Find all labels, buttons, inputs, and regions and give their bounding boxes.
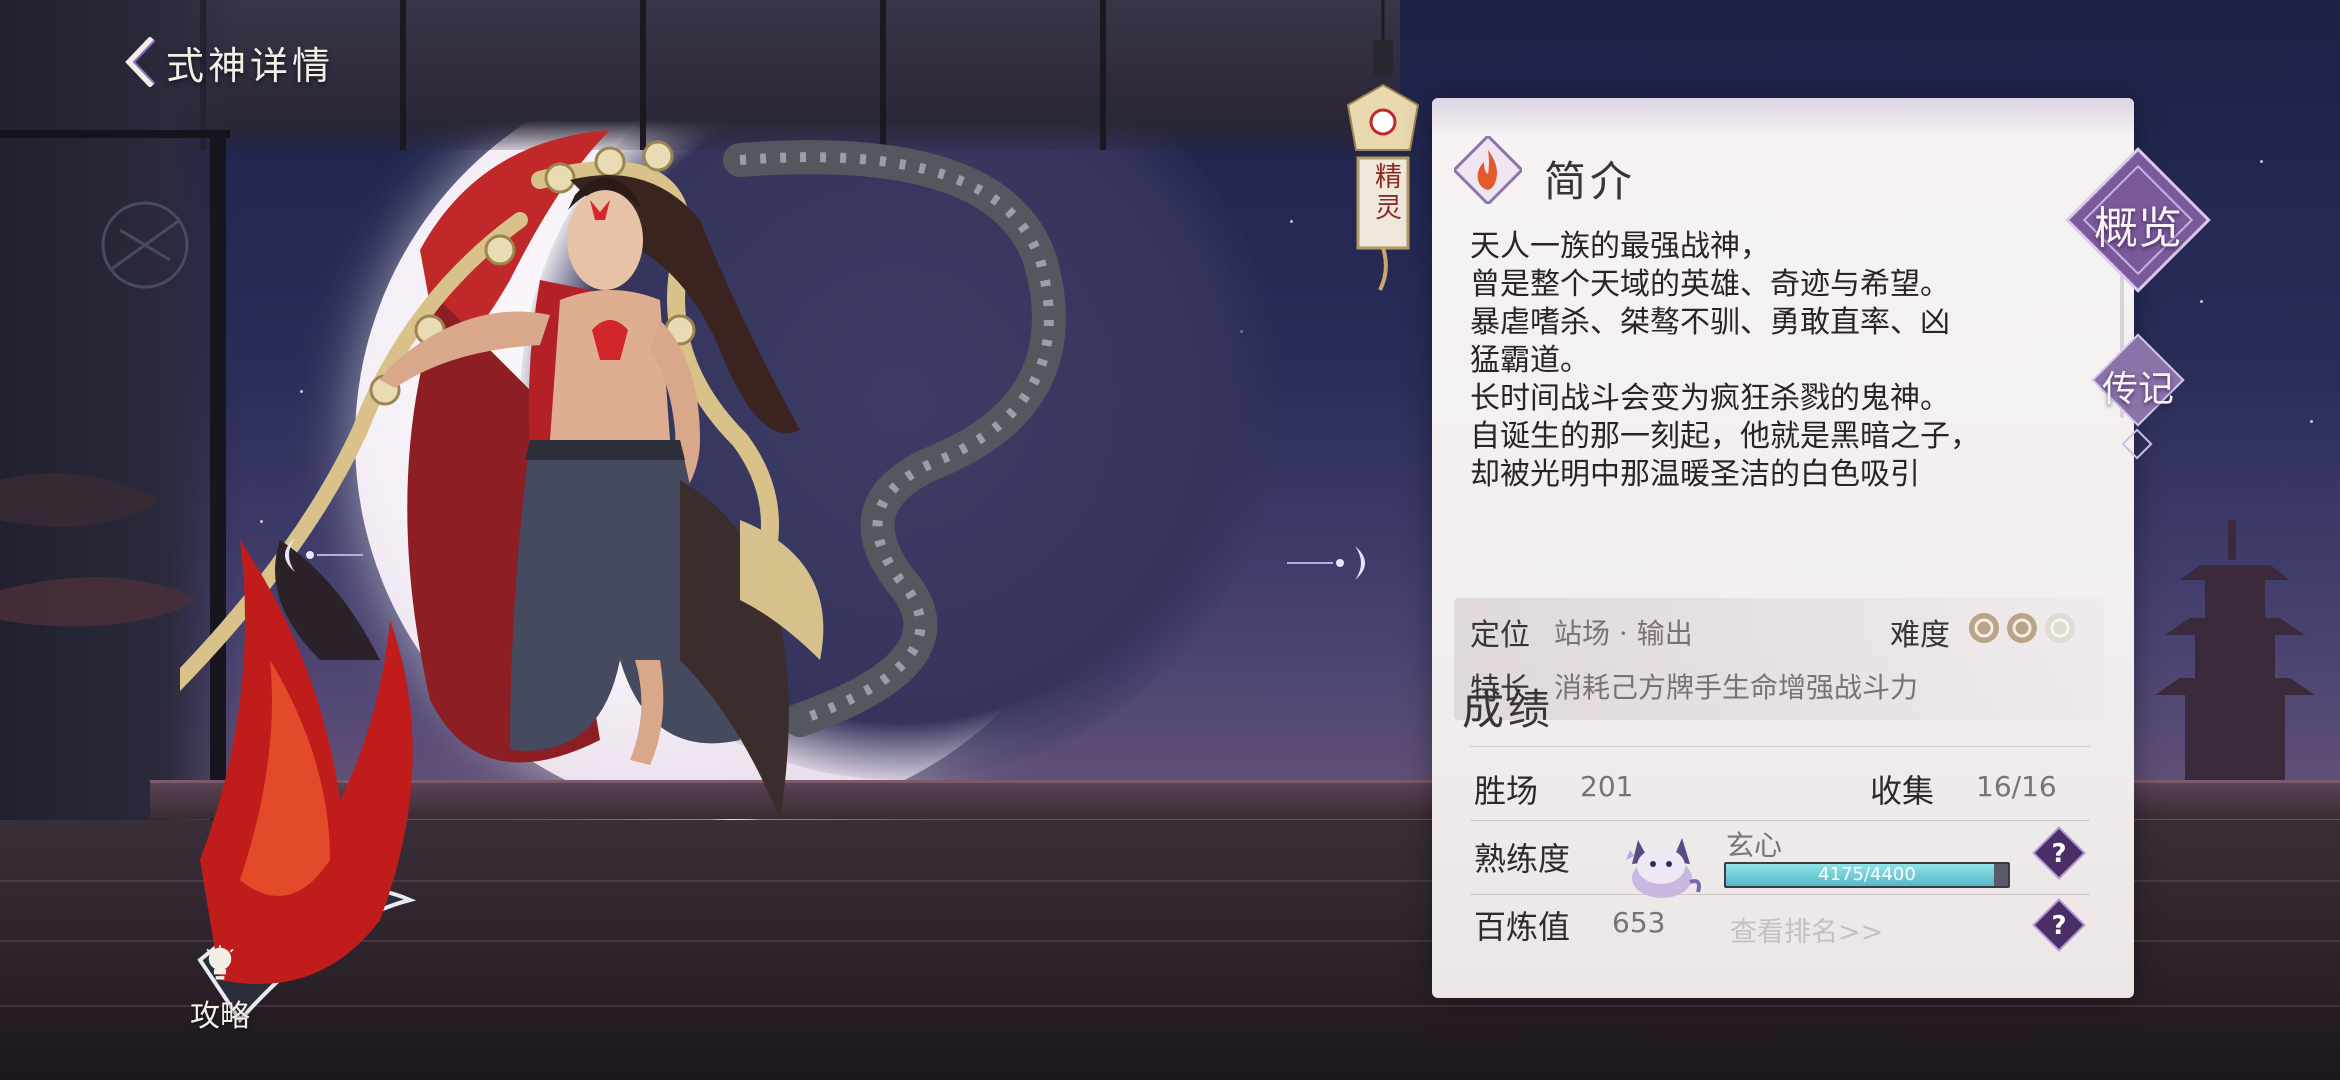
svg-text:?: ? xyxy=(2051,911,2066,941)
spirit-charm-icon xyxy=(1346,0,1420,291)
divider xyxy=(1470,746,2090,747)
intro-line: 天人一族的最强战神， xyxy=(1470,229,1770,264)
svg-text:?: ? xyxy=(2051,839,2066,869)
page-title: 式神详情 xyxy=(166,43,335,88)
star xyxy=(2260,160,2263,163)
next-shikigami-arrow-icon[interactable] xyxy=(1285,538,1395,588)
view-ranking-link[interactable]: 查看排名>> xyxy=(1730,910,1883,949)
role-label: 定位 xyxy=(1470,618,1530,653)
collect-value: 16/16 xyxy=(1976,770,2057,803)
intro-line: 曾是整个天域的英雄、奇迹与希望。 xyxy=(1470,267,1950,302)
proficiency-progress-text: 4175/4400 xyxy=(1818,864,1916,885)
intro-line: 长时间战斗会变为疯狂杀戮的鬼神。 xyxy=(1470,381,1950,416)
intro-heading: 简介 xyxy=(1544,157,1637,206)
tab-biography-label: 传记 xyxy=(2101,369,2174,410)
role-value: 站场 · 输出 xyxy=(1554,617,1693,650)
difficulty-filled-icon xyxy=(1969,613,1999,643)
chevron-left-icon xyxy=(125,37,156,87)
refine-help-button[interactable]: ? xyxy=(2032,898,2086,952)
tab-overview-label: 概览 xyxy=(2094,203,2182,254)
tab-end-diamond-icon xyxy=(2121,428,2153,460)
intro-line: 猛霸道。 xyxy=(1470,343,1590,378)
intro-line: 自诞生的那一刻起，他就是黑暗之子， xyxy=(1470,419,1980,454)
flame-emblem-icon xyxy=(1454,136,1522,204)
results-heading: 成绩 xyxy=(1462,685,1555,734)
collect-label: 收集 xyxy=(1870,772,1935,810)
proficiency-help-button[interactable]: ? xyxy=(2032,826,2086,880)
previous-shikigami-arrow-icon[interactable] xyxy=(255,530,365,580)
shikigami-illustration xyxy=(180,130,1066,1024)
difficulty-label: 难度 xyxy=(1890,618,1950,653)
tab-overview[interactable]: 概览 xyxy=(2048,130,2228,310)
pagoda-silhouette xyxy=(2155,520,2315,790)
guide-button[interactable]: 攻略 xyxy=(180,945,260,1035)
proficiency-spirit-name: 玄心 xyxy=(1726,829,1783,862)
specialty-value: 消耗己方牌手生命增强战斗力 xyxy=(1554,671,1919,704)
fox-spirit-avatar-icon xyxy=(1626,838,1701,898)
guide-label: 攻略 xyxy=(190,999,250,1034)
refine-label: 百炼值 xyxy=(1474,908,1571,946)
intro-line: 却被光明中那温暖圣洁的白色吸引 xyxy=(1470,457,1920,492)
intro-line: 暴虐嗜杀、桀骜不驯、勇敢直率、凶 xyxy=(1470,305,1950,340)
game-screen: 式神详情 攻略 精灵 简介 天人一族的最强战神， 曾是整个天域的英雄、奇迹与希望… xyxy=(0,0,2340,1080)
panel-top-decoration xyxy=(1432,98,2134,138)
difficulty-empty-icon xyxy=(2045,613,2075,643)
charm-label: 精灵 xyxy=(1370,162,1401,224)
wins-value: 201 xyxy=(1580,770,1634,803)
divider xyxy=(1470,894,2090,895)
star xyxy=(2310,420,2313,423)
divider xyxy=(1470,820,2090,821)
intro-text[interactable]: 天人一族的最强战神， 曾是整个天域的英雄、奇迹与希望。 暴虐嗜杀、桀骜不驯、勇敢… xyxy=(1470,228,2080,576)
lightbulb-icon xyxy=(206,945,234,980)
wins-label: 胜场 xyxy=(1474,772,1539,810)
back-button[interactable]: 式神详情 xyxy=(122,32,334,92)
proficiency-label: 熟练度 xyxy=(1474,840,1571,878)
star xyxy=(1290,220,1293,223)
refine-value: 653 xyxy=(1612,906,1666,939)
proficiency-progress-bar: 4175/4400 xyxy=(1724,862,2010,888)
difficulty-filled-icon xyxy=(2007,613,2037,643)
